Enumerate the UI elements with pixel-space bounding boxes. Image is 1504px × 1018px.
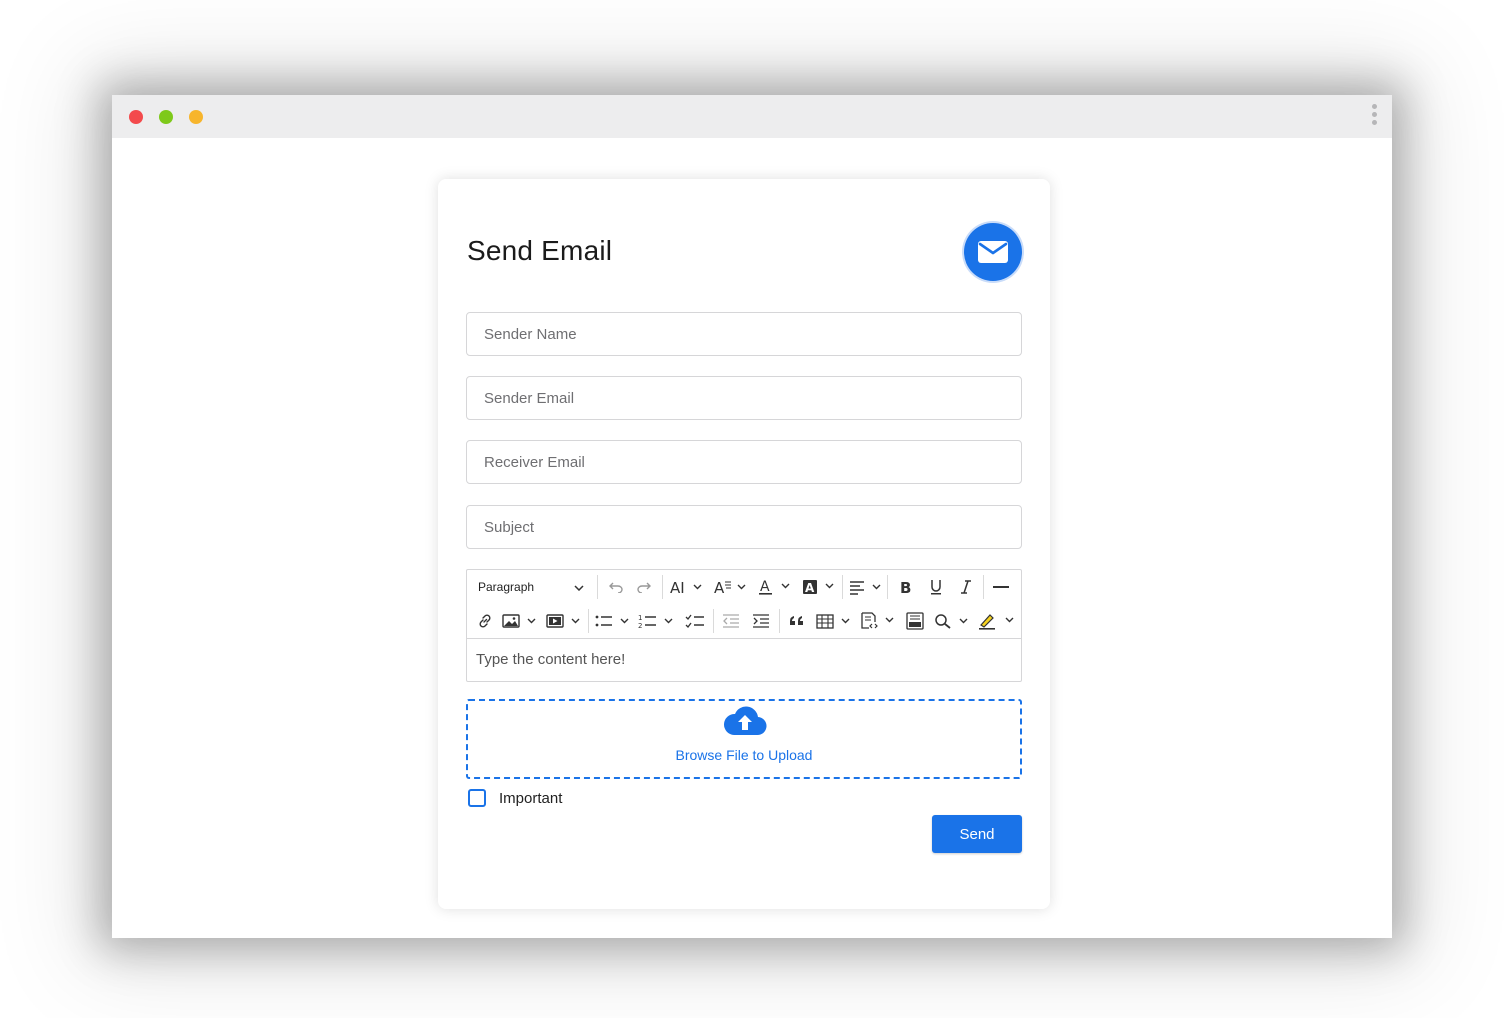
maximize-window-button[interactable] — [189, 110, 203, 124]
editor-toolbar-row-2: 12 — [467, 604, 1021, 639]
font-size-icon[interactable]: AI — [667, 570, 705, 604]
svg-text:A: A — [805, 581, 815, 595]
editor-toolbar-row-1: Paragraph AI A A A B — [467, 570, 1021, 604]
undo-icon[interactable] — [603, 570, 629, 604]
mail-icon — [964, 223, 1022, 281]
close-window-button[interactable] — [129, 110, 143, 124]
important-checkbox[interactable] — [468, 789, 486, 807]
highlight-icon[interactable] — [977, 604, 1017, 638]
image-icon[interactable] — [501, 604, 539, 638]
font-color-icon[interactable]: A — [755, 570, 793, 604]
important-checkbox-row: Important — [468, 789, 562, 807]
svg-text:A: A — [714, 579, 725, 595]
receiver-email-field — [466, 440, 1022, 484]
horizontal-line-icon[interactable] — [987, 570, 1015, 604]
upload-label: Browse File to Upload — [675, 747, 813, 763]
minimize-window-button[interactable] — [159, 110, 173, 124]
svg-text:AI: AI — [670, 579, 685, 595]
important-label: Important — [499, 789, 563, 807]
svg-text:A: A — [760, 579, 770, 595]
more-options-icon[interactable] — [1370, 104, 1378, 130]
italic-icon[interactable] — [952, 570, 980, 604]
numbered-list-icon[interactable]: 12 — [637, 604, 677, 638]
file-upload-dropzone[interactable]: Browse File to Upload — [466, 699, 1022, 779]
send-button[interactable]: Send — [932, 815, 1022, 853]
page-title: Send Email — [467, 235, 613, 266]
redo-icon[interactable] — [631, 570, 657, 604]
chevron-down-icon — [574, 580, 584, 594]
receiver-email-input[interactable] — [467, 441, 1021, 483]
sender-email-input[interactable] — [467, 377, 1021, 419]
blockquote-icon[interactable] — [783, 604, 811, 638]
underline-icon[interactable] — [922, 570, 950, 604]
font-family-icon[interactable]: A — [711, 570, 749, 604]
sender-name-input[interactable] — [467, 313, 1021, 355]
bold-icon[interactable]: B — [892, 570, 920, 604]
indent-icon[interactable] — [747, 604, 775, 638]
font-background-icon[interactable]: A — [799, 570, 837, 604]
svg-text:2: 2 — [638, 622, 642, 629]
subject-input[interactable] — [467, 506, 1021, 548]
todo-list-icon[interactable] — [681, 604, 709, 638]
bulleted-list-icon[interactable] — [593, 604, 633, 638]
sender-name-field — [466, 312, 1022, 356]
source-icon[interactable] — [859, 604, 897, 638]
cloud-upload-icon — [722, 704, 768, 743]
rich-text-editor: Paragraph AI A A A B 1 2 Type the conten… — [466, 569, 1022, 682]
html-embed-icon[interactable] — [901, 604, 929, 638]
link-icon[interactable] — [471, 604, 499, 638]
media-icon[interactable] — [545, 604, 583, 638]
table-icon[interactable] — [815, 604, 853, 638]
editor-content-area[interactable]: Type the content here! — [467, 640, 1021, 681]
window-titlebar — [112, 95, 1392, 138]
subject-field — [466, 505, 1022, 549]
align-icon[interactable] — [847, 570, 883, 604]
send-email-card: Send Email Paragraph — [438, 179, 1050, 909]
svg-text:B: B — [900, 579, 911, 595]
svg-text:1: 1 — [638, 614, 642, 622]
find-replace-icon[interactable] — [933, 604, 971, 638]
outdent-icon[interactable] — [717, 604, 745, 638]
block-format-dropdown[interactable]: Paragraph — [472, 575, 590, 599]
sender-email-field — [466, 376, 1022, 420]
block-format-value: Paragraph — [478, 580, 535, 594]
